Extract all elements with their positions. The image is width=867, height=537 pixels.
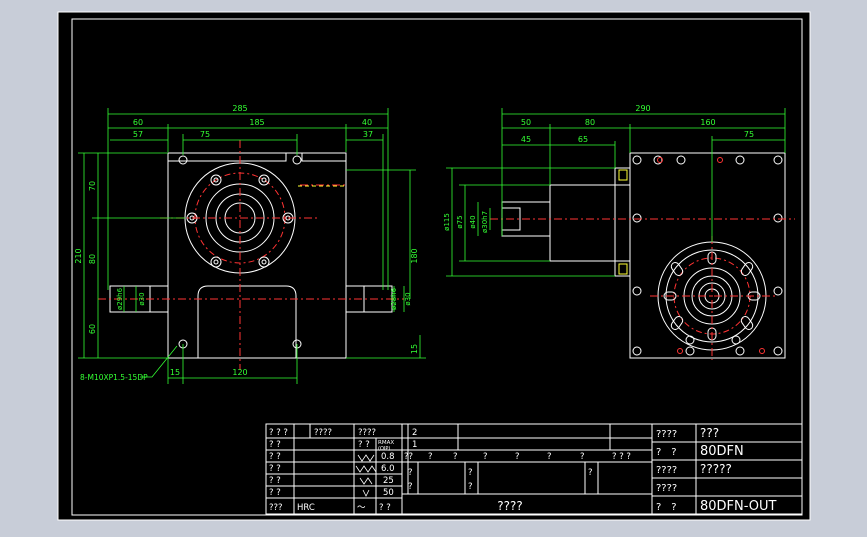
dim-285: 285 [232, 104, 247, 113]
tb-right-value-4: 80DFN-OUT [700, 499, 777, 514]
tb-left-label-5: ? ? [269, 488, 281, 498]
tb-left-label-0: ? ? ? [269, 428, 288, 438]
dim-45: 45 [521, 135, 531, 144]
tb-left-label-1: ? ? [269, 440, 281, 450]
tb-right-label-2: ???? [656, 465, 677, 476]
tb-mid-row-0: 2 [412, 428, 417, 438]
shaft-right-fit: ø28h6 [390, 287, 398, 310]
cad-drawing-window: 285 60 185 40 57 75 37 210 70 80 60 180 … [0, 0, 867, 533]
tb-left-val-5: 50 [383, 488, 394, 498]
tb-mid-h7: ? ? ? [612, 452, 631, 462]
tb-right-label-3: ???? [656, 483, 677, 494]
tb-right-value-2: ????? [700, 462, 732, 476]
dim-d75: ø75 [456, 215, 464, 228]
tb-mid-h3: ? [483, 452, 488, 462]
tb-left-val-6: HRC [297, 503, 315, 513]
tb-left-label-6: ??? [269, 503, 283, 513]
tb-right-label-1: ? ? [656, 447, 677, 458]
dim-40: 40 [362, 118, 372, 127]
dim-180: 180 [410, 248, 419, 263]
tb-tilde: ～ [357, 503, 366, 513]
dim-15-side: 15 [410, 344, 419, 354]
tb-left-val-3: 6.0 [381, 464, 395, 474]
dim-65: 65 [578, 135, 588, 144]
dim-d40: ø40 [469, 215, 477, 228]
shaft-left-fit: ø29h6 [116, 287, 124, 310]
cad-drawing-canvas[interactable]: 285 60 185 40 57 75 37 210 70 80 60 180 … [0, 0, 867, 533]
tb-right-value-1: 80DFN [700, 444, 744, 459]
dim-57: 57 [133, 130, 143, 139]
dim-d30h7: ø30h7 [481, 211, 489, 233]
tb-left-label-2: ? ? [269, 452, 281, 462]
shaft-left-dia: ø30 [138, 292, 146, 305]
shaft-right-dia: ø30 [404, 292, 412, 305]
dim-80: 80 [88, 254, 97, 264]
tb-bottom-center: ???? [497, 499, 522, 513]
tb-left-sub-0: ???? [358, 428, 376, 438]
dim-d115: ø115 [443, 213, 451, 231]
tb-mid-c2: ? [588, 468, 593, 478]
dim-70: 70 [88, 181, 97, 191]
tb-left-val-0: ???? [314, 428, 332, 438]
tb-left-val-2: 0.8 [381, 452, 395, 462]
tb-left-sub-1: ? ? [358, 440, 370, 450]
tb-mid-h1: ? [428, 452, 433, 462]
tb-mid-h5: ? [547, 452, 552, 462]
tb-right-label-0: ???? [656, 429, 677, 440]
tb-mid-c0: ? [408, 468, 413, 478]
tb-mid-c4: ? [468, 482, 473, 492]
tb-mid-c1: ? [468, 468, 473, 478]
tb-mid-c3: ? [408, 482, 413, 492]
dim-120: 120 [232, 368, 247, 377]
dim-60-top: 60 [133, 118, 143, 127]
dim-60-side: 60 [88, 324, 97, 334]
dim-75-side: 75 [744, 130, 754, 139]
tb-mid-h6: ? [580, 452, 585, 462]
tb-right-label-4: ? ? [656, 502, 677, 513]
tb-mid-h4: ? [515, 452, 520, 462]
dim-160: 160 [700, 118, 715, 127]
tb-bottom-tilde-val: ? ? [379, 503, 391, 513]
dim-210: 210 [74, 248, 83, 263]
tb-mid-row-1: 1 [412, 440, 417, 450]
dim-185: 185 [249, 118, 264, 127]
dim-37: 37 [363, 130, 373, 139]
drawing-sheet [57, 11, 811, 521]
tb-right-value-0: ??? [700, 426, 719, 440]
tb-mid-h2: ? [453, 452, 458, 462]
dim-80-side: 80 [585, 118, 595, 127]
tb-mid-h0: ?? [404, 452, 413, 462]
dim-290: 290 [635, 104, 650, 113]
dim-75-front: 75 [200, 130, 210, 139]
dim-15-bottom: 15 [170, 368, 180, 377]
tb-left-label-4: ? ? [269, 476, 281, 486]
tb-left-val-4: 25 [383, 476, 394, 486]
dim-50: 50 [521, 118, 531, 127]
tb-left-label-3: ? ? [269, 464, 281, 474]
bolt-note: 8-M10XP1.5-15DP [80, 373, 148, 382]
